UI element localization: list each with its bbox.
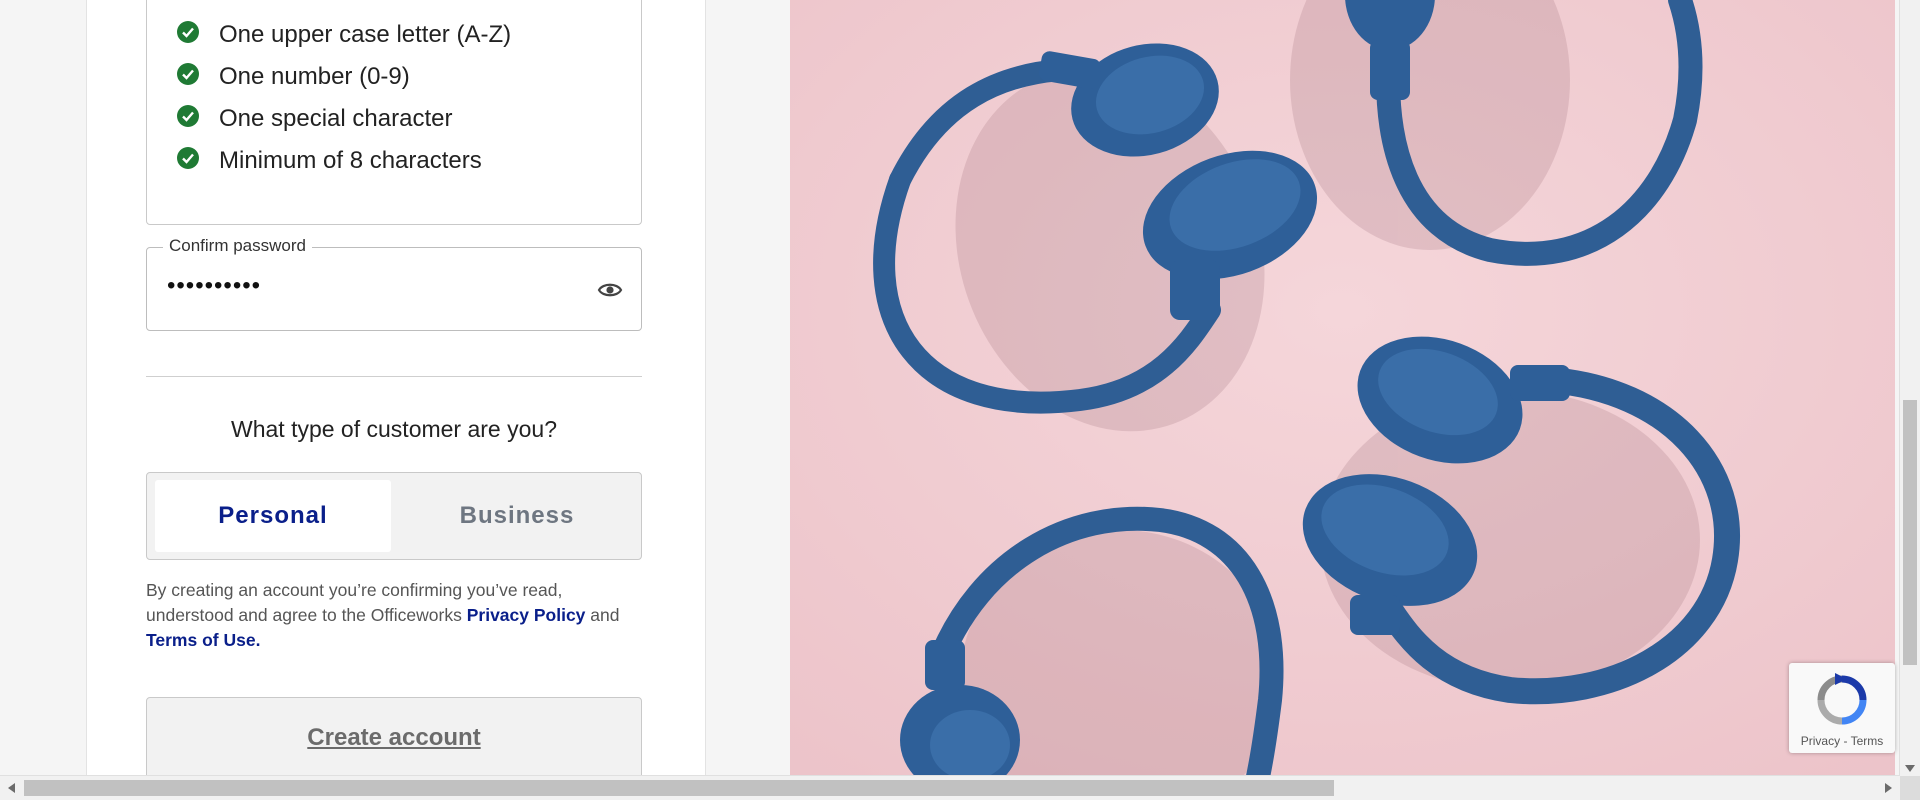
recaptcha-icon [1817,673,1867,725]
recaptcha-privacy-link[interactable]: Privacy [1801,734,1840,748]
section-divider [146,376,642,377]
scrollbar-corner [1900,776,1920,800]
confirm-password-value[interactable]: •••••••••• [167,272,261,300]
headphones-illustration [790,0,1895,776]
confirm-password-field[interactable]: Confirm password •••••••••• [146,236,642,331]
scroll-left-arrow-icon[interactable] [8,783,15,793]
check-circle-icon [177,147,199,169]
legal-and: and [585,605,620,625]
check-circle-icon [177,21,199,43]
eye-icon[interactable] [597,277,623,303]
horizontal-scrollbar[interactable] [0,775,1900,800]
password-requirements-box: One upper case letter (A-Z) One number (… [146,0,642,225]
requirement-label: One upper case letter (A-Z) [219,21,512,48]
recaptcha-badge[interactable]: Privacy - Terms [1789,663,1895,753]
create-account-button[interactable]: Create account [146,697,642,781]
option-personal[interactable]: Personal [155,480,391,552]
requirement-label: Minimum of 8 characters [219,147,482,174]
requirement-number: One number (0-9) [177,63,410,91]
scroll-right-arrow-icon[interactable] [1885,783,1892,793]
scroll-down-arrow-icon[interactable] [1905,765,1915,772]
confirm-password-label: Confirm password [163,236,312,256]
option-business[interactable]: Business [399,480,635,552]
recaptcha-terms-link[interactable]: Terms [1851,734,1884,748]
headphones-photo [790,0,1895,776]
customer-type-question: What type of customer are you? [231,416,557,442]
check-circle-icon [177,63,199,85]
requirement-label: One number (0-9) [219,63,410,90]
customer-type-toggle: Personal Business [146,472,642,560]
horizontal-scrollbar-thumb[interactable] [24,780,1334,796]
recaptcha-links: Privacy - Terms [1789,734,1895,748]
vertical-scrollbar[interactable] [1899,0,1920,776]
vertical-scrollbar-thumb[interactable] [1903,400,1917,665]
requirement-uppercase: One upper case letter (A-Z) [177,21,511,49]
privacy-policy-link[interactable]: Privacy Policy [467,605,586,625]
requirement-special-character: One special character [177,105,452,133]
recaptcha-separator: - [1843,734,1848,748]
requirement-label: One special character [219,105,453,132]
check-circle-icon [177,105,199,127]
legal-notice: By creating an account you’re confirming… [146,578,646,653]
terms-of-use-link[interactable]: Terms of Use. [146,630,260,650]
requirement-min-length: Minimum of 8 characters [177,147,482,175]
